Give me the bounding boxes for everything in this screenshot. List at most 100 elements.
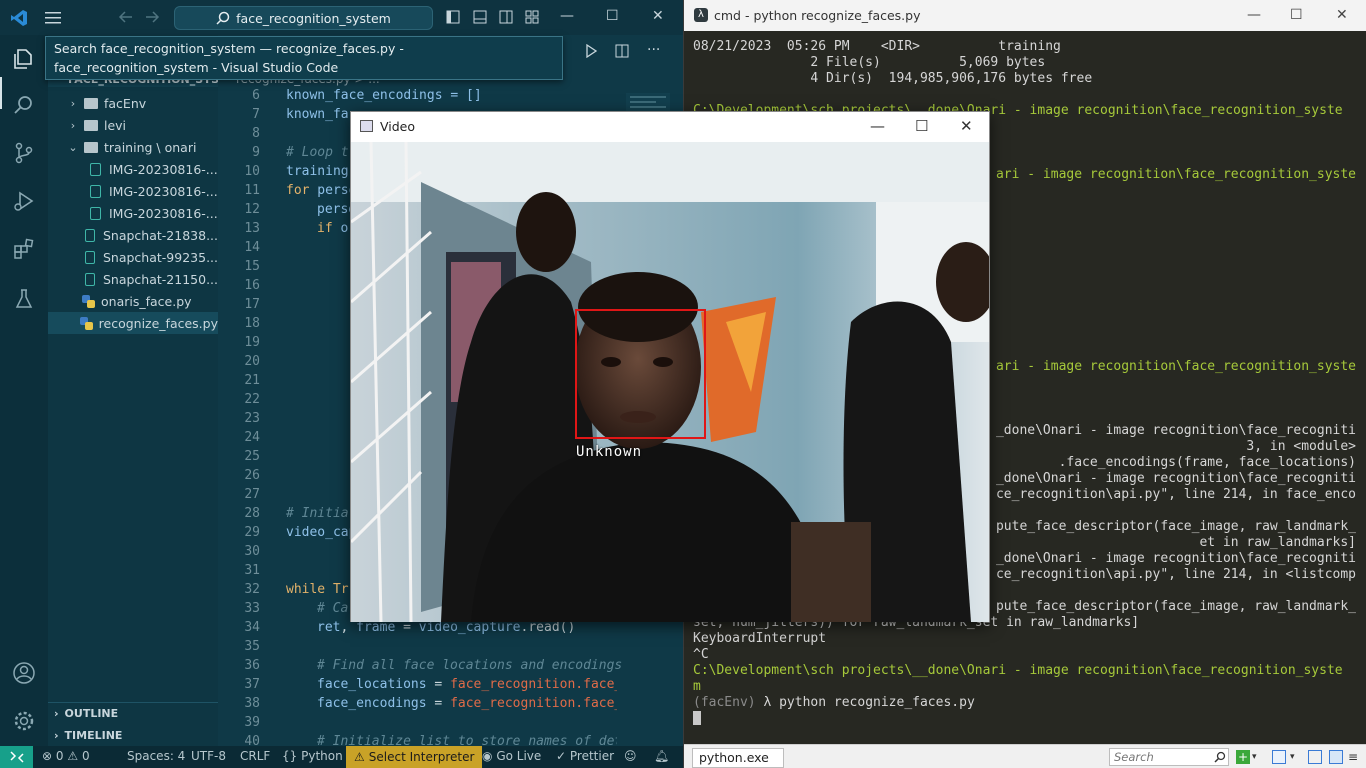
toggle-panel-icon[interactable] (473, 10, 487, 24)
line-number: 29 (244, 525, 260, 540)
problems-indicator[interactable]: ⊗ 0 ⚠ 0 (42, 749, 90, 763)
tree-item[interactable]: Snapchat-99235... (48, 246, 218, 268)
arrow-left-icon[interactable] (118, 10, 134, 24)
search-icon[interactable] (10, 91, 38, 119)
code-token: training (286, 164, 349, 179)
chevron-right-icon: › (54, 728, 59, 742)
eol-status[interactable]: CRLF (240, 749, 270, 763)
prettier-status[interactable]: ✓ Prettier (556, 749, 614, 763)
select-interpreter-button[interactable]: ⚠ Select Interpreter (346, 746, 483, 768)
menu-icon[interactable]: ≡ (1348, 750, 1362, 764)
line-number: 38 (244, 696, 260, 711)
close-icon[interactable]: ✕ (960, 117, 973, 135)
line-number: 10 (244, 164, 260, 179)
minimize-icon[interactable]: — (560, 8, 574, 24)
split-editor-icon[interactable] (615, 44, 629, 58)
face-label: Unknown (576, 444, 643, 460)
tree-item-label: onaris_face.py (101, 293, 192, 309)
customize-layout-icon[interactable] (525, 10, 539, 24)
notifications-bell-icon[interactable]: 🔔︎ (654, 749, 669, 763)
menu-icon[interactable] (44, 9, 62, 25)
layout-icon[interactable] (1308, 750, 1322, 764)
video-window[interactable]: Video — ☐ ✕ Unknown (350, 111, 990, 622)
maximize-icon[interactable]: ☐ (606, 8, 619, 24)
line-number: 31 (244, 563, 260, 578)
testing-icon[interactable] (10, 285, 38, 313)
close-icon[interactable]: ✕ (1336, 7, 1348, 23)
new-console-icon[interactable]: + (1236, 750, 1250, 764)
python-file-icon (82, 294, 95, 308)
line-number: 22 (244, 392, 260, 407)
code-line-29: video_cap (286, 525, 356, 540)
language-status[interactable]: {} Python (282, 749, 343, 763)
video-title: Video (380, 119, 416, 134)
code-token: .face_ (575, 677, 617, 692)
tree-item-label: levi (104, 117, 127, 133)
window-app-icon (360, 120, 373, 132)
python-file-icon (80, 316, 94, 330)
console-tab[interactable]: python.exe (692, 748, 784, 768)
interpreter-label: Select Interpreter (368, 750, 475, 764)
tree-item[interactable]: recognize_faces.py (48, 312, 218, 334)
code-line-32: while Tr (286, 582, 349, 597)
error-count: 0 (55, 749, 64, 763)
dropdown-icon[interactable]: ▾ (1290, 750, 1304, 764)
toggle-sidebar-icon[interactable] (446, 10, 460, 24)
toggle-secondary-sidebar-icon[interactable] (499, 10, 513, 24)
minimize-icon[interactable]: — (870, 117, 885, 135)
terminal-line: et in raw_landmarks] (1199, 535, 1356, 550)
tree-item[interactable]: IMG-20230816-... (48, 202, 218, 224)
status-bar: ⊗ 0 ⚠ 0 Spaces: 4 UTF-8 CRLF {} Python ⚠… (0, 746, 683, 768)
activity-bar (0, 35, 48, 746)
explorer-icon[interactable] (10, 45, 38, 73)
settings-gear-icon[interactable] (10, 707, 38, 735)
maximize-icon[interactable]: ☐ (1290, 7, 1303, 23)
timeline-label: TIMELINE (64, 728, 123, 742)
extensions-icon[interactable] (10, 235, 38, 263)
run-icon[interactable] (585, 44, 597, 58)
more-actions-icon[interactable]: ··· (647, 43, 660, 58)
search-icon (216, 11, 230, 25)
cmd-search-input[interactable]: Search (1109, 748, 1229, 766)
code-token: , (340, 620, 357, 635)
maximize-icon[interactable]: ☐ (915, 117, 928, 135)
account-icon[interactable] (10, 659, 38, 687)
timeline-section[interactable]: › TIMELINE (48, 724, 218, 746)
terminal-line: m (693, 679, 701, 694)
chevron-right-icon: › (54, 707, 59, 720)
run-debug-icon[interactable] (10, 187, 38, 215)
command-center-search[interactable]: face_recognition_system (174, 6, 433, 30)
arrow-right-icon[interactable] (144, 10, 160, 24)
line-number: 17 (244, 297, 260, 312)
tree-item-label: Snapchat-21838... (102, 227, 218, 243)
remote-indicator-icon[interactable] (0, 746, 33, 768)
code-token: = (395, 620, 419, 635)
feedback-icon[interactable]: ☺ (624, 749, 637, 763)
tree-item[interactable]: onaris_face.py (48, 290, 218, 312)
tile-icon[interactable] (1329, 750, 1343, 764)
broadcast-icon: ◉ (482, 749, 493, 763)
cmd-title-bar: λ cmd - python recognize_faces.py — ☐ ✕ (684, 0, 1366, 31)
tree-item[interactable]: Snapchat-21150... (48, 268, 218, 290)
encoding-status[interactable]: UTF-8 (191, 749, 226, 763)
code-line-38: face_encodings = face_recognition.face_ (317, 696, 617, 711)
minimize-icon[interactable]: — (1247, 7, 1261, 23)
console-list-icon[interactable] (1272, 750, 1286, 764)
source-control-icon[interactable] (10, 139, 38, 167)
tree-item[interactable]: › levi (48, 114, 218, 136)
search-icon[interactable] (1214, 751, 1226, 763)
outline-section[interactable]: › OUTLINE (48, 702, 218, 724)
tree-item[interactable]: Snapchat-21838... (48, 224, 218, 246)
tree-item[interactable]: › facEnv (48, 92, 218, 114)
tree-item[interactable]: IMG-20230816-... (48, 180, 218, 202)
line-number: 26 (244, 468, 260, 483)
folder-icon (84, 141, 98, 153)
tree-item[interactable]: ⌄ training \ onari (48, 136, 218, 158)
dropdown-icon[interactable]: ▾ (1252, 750, 1266, 764)
tree-item[interactable]: IMG-20230816-... (48, 158, 218, 180)
indentation-status[interactable]: Spaces: 4 (127, 749, 185, 763)
code-token: face_recognition (450, 696, 576, 711)
go-live-button[interactable]: ◉ Go Live (482, 749, 541, 763)
close-icon[interactable]: ✕ (652, 8, 664, 24)
error-icon: ⊗ (42, 749, 53, 763)
